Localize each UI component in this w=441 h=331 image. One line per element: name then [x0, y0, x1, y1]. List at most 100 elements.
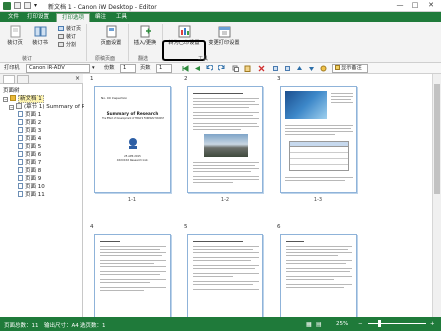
zoom-slider-thumb[interactable]: [378, 320, 381, 327]
page-thumbnail-2[interactable]: [187, 86, 263, 193]
tree-item-page-5[interactable]: 页面 5: [18, 143, 41, 150]
insert-replace-label: 插入/更换: [133, 40, 157, 46]
copy-icon[interactable]: [232, 65, 239, 72]
page-preview-area: 1 2 3 No. 00 Inspection Summary of Resea…: [84, 74, 441, 317]
tree-item-page-6[interactable]: 页面 6: [18, 151, 41, 158]
full-doc-button[interactable]: 装订书: [28, 25, 52, 46]
view-list-icon[interactable]: ▤: [316, 321, 322, 328]
collapse-icon[interactable]: −: [3, 97, 8, 102]
tab-page-tree[interactable]: [3, 75, 15, 84]
binding-button[interactable]: 装订: [58, 34, 76, 40]
text-line: [100, 241, 120, 242]
text-line: [193, 171, 251, 172]
text-line: [100, 246, 166, 247]
tree-item-page-2[interactable]: 页面 2: [18, 119, 41, 126]
tree-item-section[interactable]: − (章节 1) Summary of Re: [9, 103, 89, 110]
title-bar: ▾ 新文档 1 - Canon iW Desktop - Editor — □ …: [0, 0, 441, 12]
tree-item-page-11[interactable]: 页面 11: [18, 191, 45, 198]
undo-icon[interactable]: [24, 2, 31, 9]
scrollbar-thumb[interactable]: [434, 84, 440, 194]
page-thumbnail-1[interactable]: No. 00 Inspection Summary of Research Th…: [94, 86, 171, 193]
tab-thumbnails[interactable]: [17, 75, 29, 84]
page-thumbnail-3[interactable]: [280, 86, 357, 193]
vertical-scrollbar[interactable]: [432, 74, 441, 317]
tree-item-page-4[interactable]: 页面 4: [18, 135, 41, 142]
tree-item-page-10[interactable]: 页面 10: [18, 183, 45, 190]
text-line: [100, 287, 166, 288]
page-settings-button[interactable]: 页面设置: [96, 25, 126, 46]
binding-small-label: 装订页: [66, 26, 82, 32]
text-line: [100, 266, 166, 267]
zoom-in-button[interactable]: +: [430, 321, 435, 327]
zoom-out-button[interactable]: −: [358, 321, 363, 327]
binding-page-label: 装订页: [7, 40, 23, 46]
insert-replace-button[interactable]: 插入/更换: [130, 25, 160, 46]
page-number: 4: [90, 224, 94, 230]
zoom-slider[interactable]: [368, 323, 426, 324]
view-grid-icon[interactable]: ▦: [306, 321, 312, 328]
tree-item-page-8[interactable]: 页面 8: [18, 167, 41, 174]
redo-icon[interactable]: [217, 64, 225, 72]
tree-item-page-7[interactable]: 页面 7: [18, 159, 41, 166]
rotate-right-icon[interactable]: [284, 65, 291, 72]
text-line: [285, 128, 351, 129]
status-bar: 页面总数：11 输出尺寸：A4 选页数：1 ▦ ▤ 25% − +: [0, 317, 441, 331]
tab-print-options[interactable]: 打印选项: [56, 13, 91, 22]
rotate-left-icon[interactable]: [272, 65, 279, 72]
move-down-icon[interactable]: [308, 65, 315, 72]
undo-icon[interactable]: [206, 64, 214, 72]
page-number: 6: [277, 224, 281, 230]
delete-icon[interactable]: [258, 65, 265, 72]
text-line: [193, 268, 255, 269]
printer-dropdown-icon[interactable]: ▾: [92, 65, 95, 72]
page-label-2: 1-2: [220, 197, 230, 203]
group-label-tools: 工具: [198, 56, 209, 62]
save-icon[interactable]: [14, 2, 21, 9]
prev-page-icon[interactable]: [194, 65, 201, 72]
pages-input[interactable]: 1: [156, 64, 172, 73]
collapse-icon[interactable]: −: [9, 105, 14, 110]
text-line: [100, 249, 160, 250]
change-print-settings-label: 变更打印设置: [208, 40, 240, 46]
page-thumbnail-4[interactable]: [94, 234, 171, 317]
split-button[interactable]: 分割: [58, 42, 76, 48]
binding-icon: [58, 34, 64, 39]
insert-icon: [140, 25, 151, 38]
change-print-settings-button[interactable]: 变更打印设置: [206, 25, 242, 46]
text-line: [193, 101, 255, 102]
tree-item-page-9[interactable]: 页面 9: [18, 175, 41, 182]
maximize-button[interactable]: □: [408, 0, 422, 11]
close-panel-icon[interactable]: ×: [75, 75, 80, 82]
close-button[interactable]: ✕: [424, 0, 438, 11]
text-line: [285, 134, 335, 135]
tree-item-page-3[interactable]: 页面 3: [18, 127, 41, 134]
copies-input[interactable]: 1: [120, 64, 136, 73]
text-line: [193, 241, 243, 242]
text-line: [193, 289, 259, 290]
text-line: [193, 165, 255, 166]
stamp-icon[interactable]: [320, 65, 327, 72]
page-number: 1: [90, 76, 94, 82]
logo-icon: [129, 138, 137, 149]
dropdown-icon[interactable]: ▾: [34, 2, 41, 9]
paste-icon[interactable]: [244, 65, 251, 72]
text-line: [100, 271, 166, 272]
printer-select[interactable]: Canon iR-ADV: [26, 64, 90, 73]
minimize-button[interactable]: —: [393, 0, 407, 11]
page-settings-label: 页面设置: [100, 40, 122, 46]
text-line: [100, 252, 166, 253]
page-thumbnail-6[interactable]: [280, 234, 357, 317]
move-up-icon[interactable]: [296, 65, 303, 72]
binding-small-button[interactable]: 装订页: [58, 26, 81, 32]
tab-tools[interactable]: 工具: [111, 13, 132, 22]
tree-item-page-1[interactable]: 页面 1: [18, 111, 41, 118]
tab-annotate[interactable]: 编注: [90, 13, 111, 22]
binding-page-button[interactable]: 装订页: [4, 25, 26, 46]
tab-file[interactable]: 文件: [3, 13, 24, 22]
tree-item-label: 页面 5: [25, 144, 42, 150]
tab-print-settings[interactable]: 打印设置: [22, 13, 54, 22]
tree-item-document[interactable]: − 新文档 1: [3, 95, 44, 103]
show-notes-button[interactable]: 显示备注: [332, 64, 368, 73]
first-page-icon[interactable]: [182, 65, 189, 72]
page-thumbnail-5[interactable]: [187, 234, 263, 317]
